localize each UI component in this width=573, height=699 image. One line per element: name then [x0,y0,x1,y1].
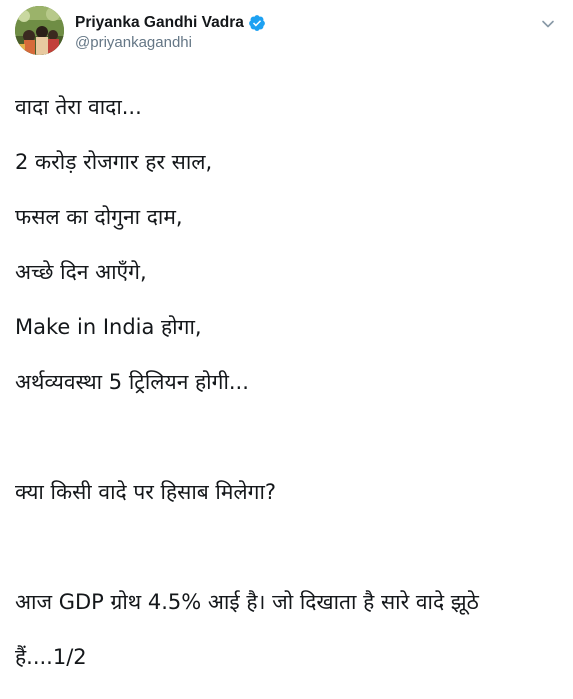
tweet-card: Priyanka Gandhi Vadra @priyankagandhi वा… [0,0,573,669]
name-row: Priyanka Gandhi Vadra [75,13,266,33]
tweet-text-line: क्या किसी वादे पर हिसाब मिलेगा? [15,479,277,504]
tweet-text-line: वादा तेरा वादा... [15,94,142,119]
tweet-text: वादा तेरा वादा... 2 करोड़ रोजगार हर साल,… [15,66,557,699]
tweet-text-line: आज GDP ग्रोथ 4.5% आई है। जो दिखाता है सा… [15,589,479,614]
tweet-text-line: Make in India होगा, [15,314,202,339]
tweet-text-line: 2 करोड़ रोजगार हर साल, [15,149,213,174]
tweet-text-line: अर्थव्यवस्था 5 ट्रिलियन होगी... [15,369,249,394]
tweet-header: Priyanka Gandhi Vadra @priyankagandhi [15,6,557,60]
avatar[interactable] [15,6,64,55]
author-display-name[interactable]: Priyanka Gandhi Vadra [75,14,244,32]
author-block: Priyanka Gandhi Vadra @priyankagandhi [75,13,266,51]
author-handle[interactable]: @priyankagandhi [75,34,266,51]
tweet-text-line: हैं....1/2 [15,644,87,669]
chevron-down-icon[interactable] [541,16,555,30]
profile-photo-icon [15,6,64,55]
tweet-text-line: फसल का दोगुना दाम, [15,204,183,229]
verified-badge-icon [248,14,266,32]
tweet-text-line: अच्छे दिन आएँगे, [15,259,147,284]
